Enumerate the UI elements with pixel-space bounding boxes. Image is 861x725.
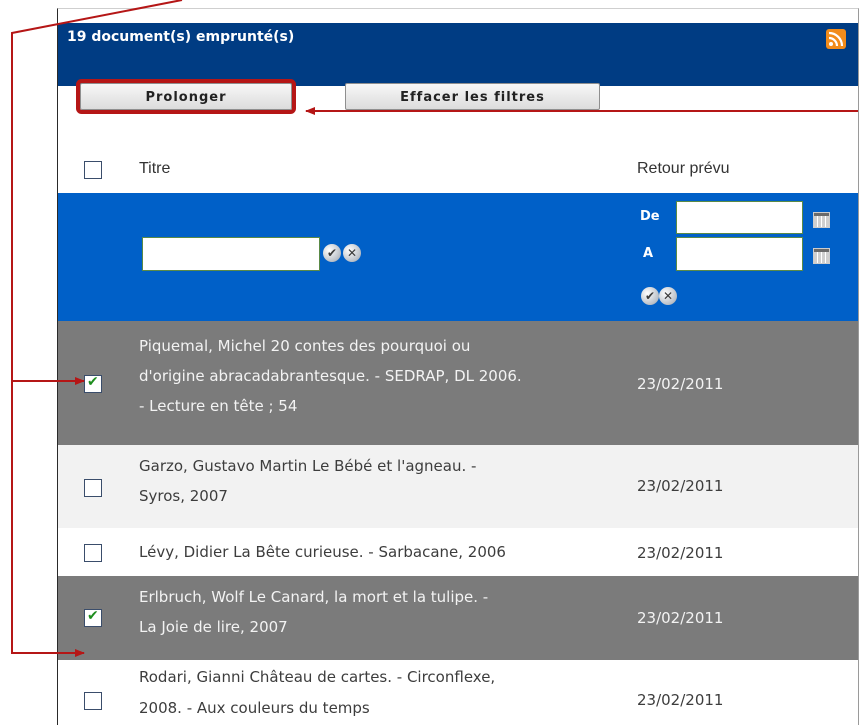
clear-filters-button[interactable]: Effacer les filtres: [345, 83, 600, 110]
row-due-date: 23/02/2011: [637, 477, 724, 495]
row-title-line: d'origine abracadabrantesque. - SEDRAP, …: [139, 367, 522, 385]
row-title-line: Syros, 2007: [139, 487, 228, 505]
select-all-checkbox[interactable]: [84, 161, 102, 179]
row-title-line: 2008. - Aux couleurs du temps: [139, 699, 370, 717]
row-checkbox[interactable]: [84, 479, 102, 497]
column-header-titre[interactable]: Titre: [139, 160, 170, 178]
row-title-line: La Joie de lire, 2007: [139, 618, 288, 636]
table-row[interactable]: Garzo, Gustavo Martin Le Bébé et l'agnea…: [58, 445, 858, 528]
row-title-line: Lévy, Didier La Bête curieuse. - Sarbaca…: [139, 543, 506, 561]
calendar-to-icon[interactable]: [813, 248, 830, 264]
row-checkbox[interactable]: [84, 374, 102, 393]
row-due-date: 23/02/2011: [637, 609, 724, 627]
title-filter-input[interactable]: [142, 237, 320, 271]
date-to-input[interactable]: [676, 237, 803, 271]
row-checkbox[interactable]: [84, 544, 102, 562]
row-due-date: 23/02/2011: [637, 691, 724, 709]
apply-date-filter-icon[interactable]: ✔: [641, 287, 659, 305]
prolonger-button[interactable]: Prolonger: [80, 83, 292, 110]
row-due-date: 23/02/2011: [637, 375, 724, 393]
date-from-input[interactable]: [676, 201, 803, 234]
clear-date-filter-icon[interactable]: ✕: [659, 287, 677, 305]
row-checkbox[interactable]: [84, 608, 102, 627]
row-checkbox[interactable]: [84, 692, 102, 710]
row-due-date: 23/02/2011: [637, 544, 724, 562]
row-title-line: Piquemal, Michel 20 contes des pourquoi …: [139, 337, 471, 355]
table-row[interactable]: Piquemal, Michel 20 contes des pourquoi …: [58, 321, 858, 445]
panel-title: 19 document(s) emprunté(s): [67, 29, 295, 45]
table-row[interactable]: Rodari, Gianni Château de cartes. - Circ…: [58, 660, 858, 725]
loans-panel: 19 document(s) emprunté(s) Prolonger Eff…: [57, 8, 859, 725]
row-title-line: Rodari, Gianni Château de cartes. - Circ…: [139, 668, 496, 686]
calendar-from-icon[interactable]: [813, 212, 830, 228]
clear-title-filter-icon[interactable]: ✕: [343, 244, 361, 262]
de-label: De: [640, 209, 660, 224]
row-title-line: - Lecture en tête ; 54: [139, 397, 298, 415]
apply-title-filter-icon[interactable]: ✔: [323, 244, 341, 262]
rss-icon[interactable]: [826, 29, 846, 49]
table-row[interactable]: Erlbruch, Wolf Le Canard, la mort et la …: [58, 576, 858, 660]
table-row[interactable]: Lévy, Didier La Bête curieuse. - Sarbaca…: [58, 528, 858, 576]
column-header-retour[interactable]: Retour prévu: [637, 160, 730, 178]
a-label: A: [643, 246, 654, 261]
column-header-row: [58, 143, 858, 193]
row-title-line: Erlbruch, Wolf Le Canard, la mort et la …: [139, 588, 489, 606]
row-title-line: Garzo, Gustavo Martin Le Bébé et l'agnea…: [139, 457, 477, 475]
